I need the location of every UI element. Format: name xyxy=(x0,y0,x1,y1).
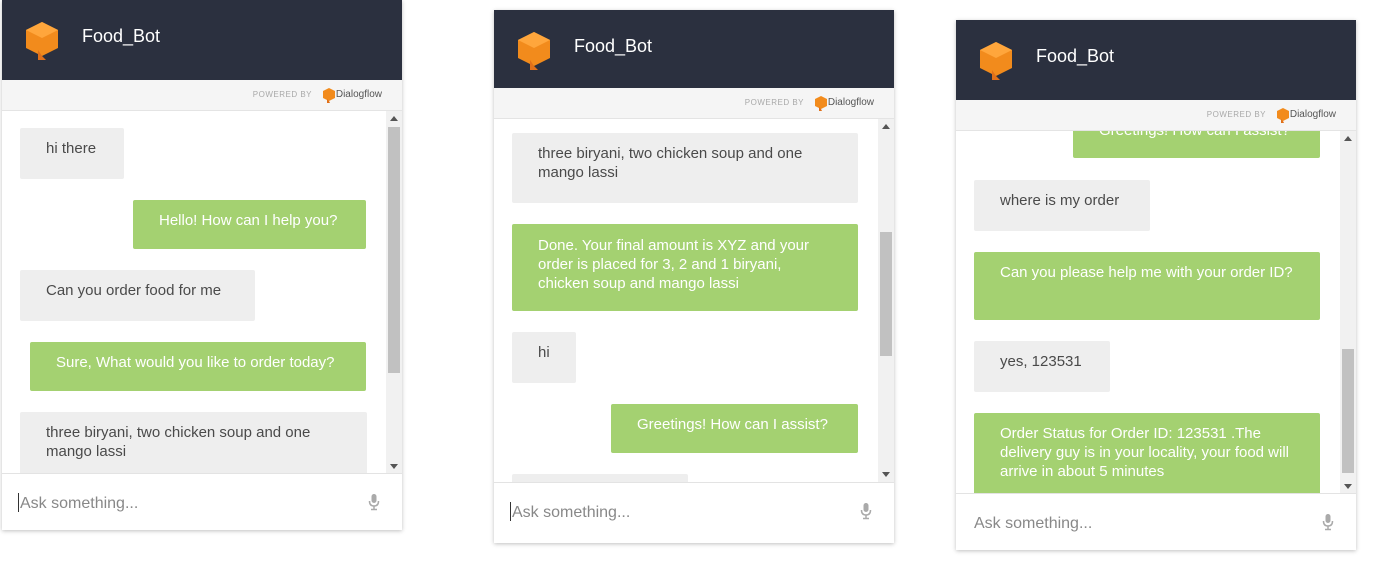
message-list[interactable]: Greetings! How can I assist? where is my… xyxy=(956,131,1340,494)
text-caret xyxy=(510,502,511,521)
dialogflow-small-icon xyxy=(815,96,827,111)
bot-title: Food_Bot xyxy=(1036,46,1115,66)
bot-message: Done. Your final amount is XYZ and your … xyxy=(512,224,858,311)
bot-message: Can you please help me with your order I… xyxy=(974,252,1320,320)
message-scrollbar[interactable] xyxy=(386,111,402,474)
user-message: hi there xyxy=(20,128,124,179)
bot-message: Sure, What would you like to order today… xyxy=(30,342,366,391)
powered-by-label: POWERED BY xyxy=(744,98,804,107)
powered-by-bar: POWERED BY Dialogflow xyxy=(2,80,402,111)
bot-message: Order Status for Order ID: 123531 .The d… xyxy=(974,413,1320,494)
provider-name: Dialogflow xyxy=(827,97,874,108)
scroll-down-icon[interactable] xyxy=(390,464,398,469)
bot-title: Food_Bot xyxy=(82,26,161,46)
bot-message: Greetings! How can I assist? xyxy=(611,404,858,453)
input-bar xyxy=(2,473,402,530)
scroll-down-icon[interactable] xyxy=(1344,484,1352,489)
scroll-down-icon[interactable] xyxy=(882,472,890,477)
dialogflow-logo-icon xyxy=(518,32,550,70)
message-list[interactable]: three biryani, two chicken soup and one … xyxy=(494,119,878,482)
chat-header: Food_Bot xyxy=(956,20,1356,100)
text-caret xyxy=(18,493,19,512)
user-message: where is my order xyxy=(974,180,1150,231)
scroll-thumb[interactable] xyxy=(880,232,892,356)
chat-widget-3: Food_Bot POWERED BY Dialogflow Greetings… xyxy=(956,20,1356,550)
scroll-thumb[interactable] xyxy=(1342,349,1354,473)
provider-name: Dialogflow xyxy=(335,89,382,100)
chat-header: Food_Bot xyxy=(2,0,402,80)
powered-by-bar: POWERED BY Dialogflow xyxy=(956,100,1356,131)
microphone-icon[interactable] xyxy=(860,502,872,520)
chat-header: Food_Bot xyxy=(494,10,894,88)
powered-by-label: POWERED BY xyxy=(1206,110,1266,119)
scroll-up-icon[interactable] xyxy=(882,124,890,129)
bot-message: Greetings! How can I assist? xyxy=(1073,131,1320,158)
chat-widget-1: Food_Bot POWERED BY Dialogflow hi there … xyxy=(2,0,402,530)
provider-name: Dialogflow xyxy=(1289,109,1336,120)
bot-message: Hello! How can I help you? xyxy=(133,200,366,249)
user-message: Can you order food for me xyxy=(20,270,255,321)
message-scrollbar[interactable] xyxy=(878,119,894,482)
message-input[interactable] xyxy=(510,501,844,525)
bot-title: Food_Bot xyxy=(574,36,653,56)
message-scrollbar[interactable] xyxy=(1340,131,1356,494)
scroll-up-icon[interactable] xyxy=(390,116,398,121)
powered-by-bar: POWERED BY Dialogflow xyxy=(494,88,894,119)
user-message: three biryani, two chicken soup and one … xyxy=(512,133,858,203)
user-message: three biryani, two chicken soup and one … xyxy=(20,412,367,474)
message-input[interactable] xyxy=(18,492,352,516)
powered-by-label: POWERED BY xyxy=(252,90,312,99)
microphone-icon[interactable] xyxy=(1322,513,1334,531)
message-list[interactable]: hi there Hello! How can I help you? Can … xyxy=(2,111,386,474)
message-input[interactable] xyxy=(972,512,1306,536)
input-bar xyxy=(956,493,1356,550)
dialogflow-logo-icon xyxy=(980,42,1012,80)
scroll-up-icon[interactable] xyxy=(1344,136,1352,141)
dialogflow-small-icon xyxy=(1277,108,1289,123)
chat-widget-2: Food_Bot POWERED BY Dialogflow three bir… xyxy=(494,10,894,543)
input-bar xyxy=(494,482,894,543)
user-message: hi xyxy=(512,332,576,383)
user-message-partial xyxy=(512,474,688,482)
dialogflow-logo-icon xyxy=(26,22,58,60)
scroll-thumb[interactable] xyxy=(388,127,400,373)
dialogflow-small-icon xyxy=(323,88,335,103)
microphone-icon[interactable] xyxy=(368,493,380,511)
user-message: yes, 123531 xyxy=(974,341,1110,392)
